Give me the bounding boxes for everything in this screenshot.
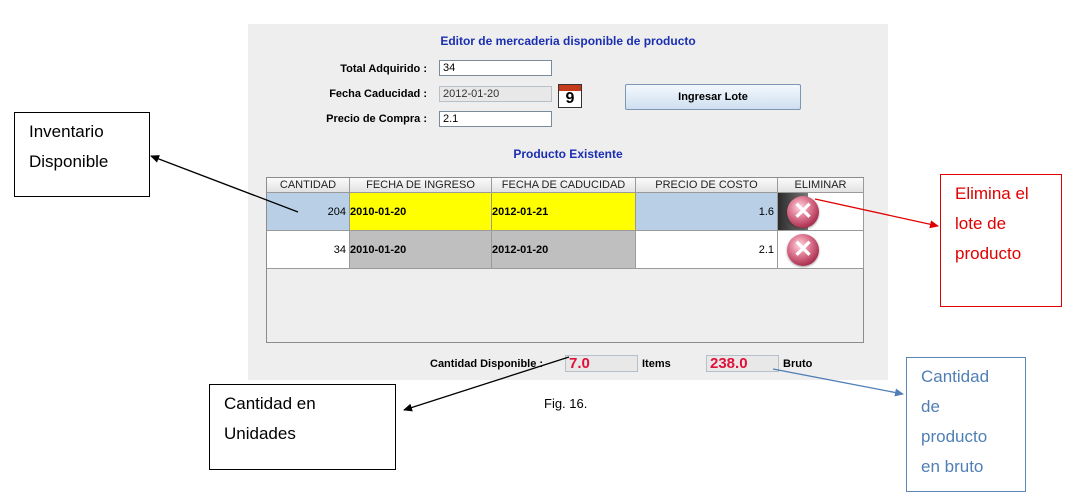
annotation-arrows — [150, 155, 939, 412]
arrow-elimina — [814, 198, 939, 229]
arrow-unidades — [403, 356, 570, 412]
arrow-inventario — [150, 155, 299, 213]
arrow-bruto — [772, 368, 904, 397]
